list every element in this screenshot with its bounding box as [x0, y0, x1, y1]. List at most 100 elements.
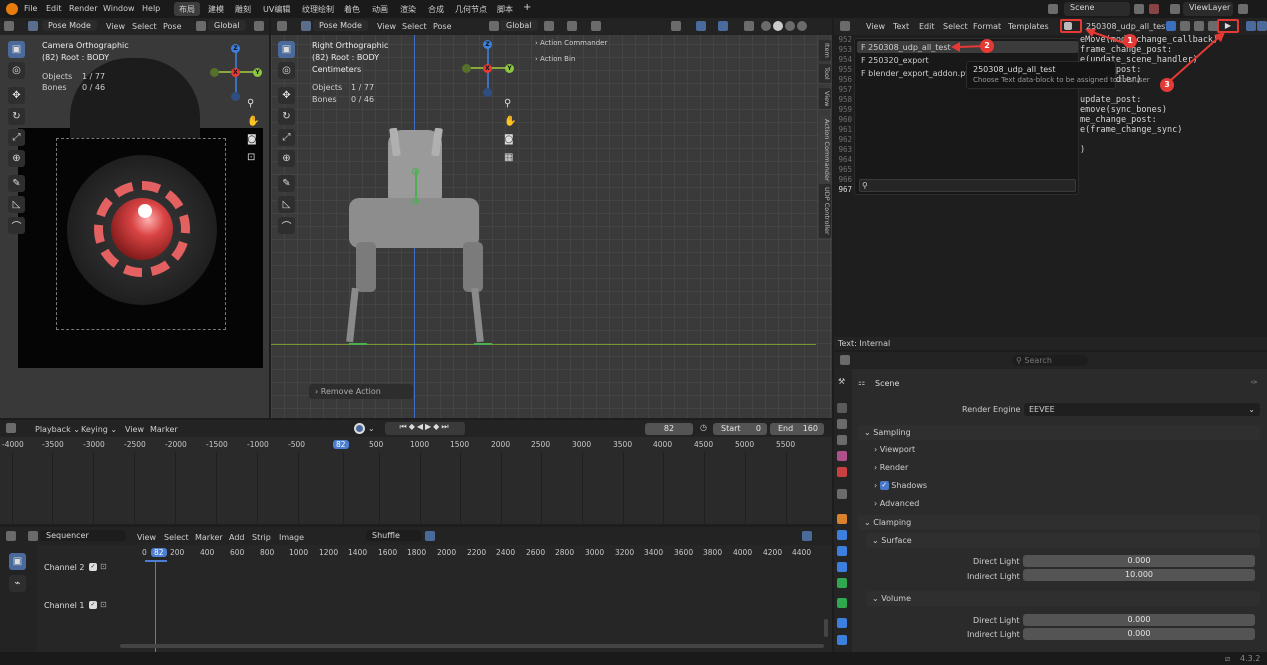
workspace-tab-animation[interactable]: 动画	[372, 4, 388, 15]
surface-indirect-light-field[interactable]: 10.000	[1023, 569, 1255, 581]
code-line[interactable]	[1080, 165, 1267, 175]
menu-strip[interactable]: Strip	[252, 533, 271, 542]
modifier-tab-icon[interactable]	[837, 530, 847, 540]
clock-icon[interactable]: ◷	[700, 423, 707, 432]
bone-tool[interactable]: ⌒	[8, 217, 25, 234]
horizontal-scrollbar[interactable]	[120, 644, 824, 648]
annotate-tool[interactable]: ✎	[278, 175, 295, 192]
advanced-subpanel[interactable]: › Advanced	[874, 499, 919, 511]
gizmo-neg-y-icon[interactable]	[462, 64, 471, 73]
workspace-tab-modeling[interactable]: 建模	[208, 4, 224, 15]
sequencer-ruler[interactable]: 0 82 200 400 600 800 1000 1200 1400 1600 1800 2000 2…	[37, 548, 832, 560]
workspace-tab-layout[interactable]: 布局	[174, 2, 200, 16]
blender-logo-icon[interactable]	[6, 3, 18, 15]
zoom-icon[interactable]: ⚲	[504, 98, 518, 116]
menu-marker[interactable]: Marker	[150, 425, 178, 434]
overlay-toggle-icon[interactable]	[718, 21, 728, 31]
blade-tool[interactable]: ⌁	[9, 575, 26, 592]
mode-dropdown[interactable]: Pose Mode	[313, 20, 368, 31]
side-tab-udp-controller[interactable]: UDP Controller	[819, 184, 831, 238]
workspace-tab-scripting[interactable]: 脚本	[497, 4, 513, 15]
action-bin-panel[interactable]: › Action Bin	[535, 55, 575, 63]
right-viewport[interactable]: Pose Mode View Select Pose Global Right …	[271, 18, 832, 418]
side-tab-tool[interactable]: Tool	[819, 64, 831, 83]
axis-gizmo[interactable]: Z X Y	[461, 40, 515, 102]
menu-view[interactable]: View	[137, 533, 156, 542]
sequencer-view-dropdown[interactable]: Sequencer	[40, 530, 126, 541]
current-frame-field[interactable]: 82	[645, 423, 693, 435]
bone-tab-icon[interactable]	[837, 598, 847, 608]
menu-view[interactable]: View	[106, 22, 125, 31]
bone-joint-top[interactable]	[412, 168, 419, 175]
tool-tab-icon[interactable]: ⚒	[838, 377, 845, 386]
menu-render[interactable]: Render	[69, 4, 97, 13]
pan-hand-icon[interactable]: ✋	[247, 116, 261, 134]
material-shading-icon[interactable]	[785, 21, 795, 31]
keying-options-icon[interactable]: ⌄	[368, 424, 375, 433]
workspace-tab-rendering[interactable]: 渲染	[400, 4, 416, 15]
overlay-icon[interactable]	[802, 531, 812, 541]
prev-keyframe-icon[interactable]: ◆	[409, 422, 417, 431]
bone-joint-bottom[interactable]	[412, 198, 419, 205]
menu-playback[interactable]: Playback ⌄	[35, 425, 80, 434]
remove-action-panel[interactable]: › Remove Action	[309, 384, 413, 399]
editor-type-icon[interactable]	[840, 355, 850, 365]
new-viewlayer-icon[interactable]	[1238, 4, 1248, 14]
world-tab-icon[interactable]	[837, 467, 847, 477]
play-icon[interactable]: ▶	[425, 422, 433, 431]
properties-search-input[interactable]: ⚲ Search	[1012, 355, 1088, 366]
overlap-mode-dropdown[interactable]: Shuffle	[366, 530, 422, 541]
properties-editor[interactable]: ⚲ Search ⚒ ⚏ Scene ✑ Render Engine EEVEE…	[834, 352, 1267, 652]
menu-window[interactable]: Window	[103, 4, 135, 13]
rotate-tool[interactable]: ↻	[278, 108, 295, 125]
menu-view[interactable]: View	[125, 425, 144, 434]
camera-viewport[interactable]: Pose Mode View Select Pose Global Camera…	[0, 18, 269, 418]
side-tab-action-commander[interactable]: Action Commander	[819, 116, 831, 185]
pan-hand-icon[interactable]: ✋	[504, 116, 518, 134]
lock-icon[interactable]: ⊡	[247, 152, 261, 166]
zoom-icon[interactable]: ⚲	[247, 98, 261, 116]
xray-icon[interactable]	[744, 21, 754, 31]
object-tab-icon[interactable]	[837, 514, 847, 524]
particles-tab-icon[interactable]	[837, 546, 847, 556]
move-tool[interactable]: ✥	[278, 87, 295, 104]
scene-selector[interactable]: Scene	[1064, 2, 1130, 16]
bone-tool[interactable]: ⌒	[278, 217, 295, 234]
rotate-tool[interactable]: ↻	[8, 108, 25, 125]
proportional-edit-icon[interactable]	[591, 21, 601, 31]
render-engine-dropdown[interactable]: EEVEE ⌄	[1024, 403, 1260, 416]
measure-tool[interactable]: ◺	[8, 196, 25, 213]
gizmo-z-icon[interactable]: Z	[231, 44, 240, 53]
gizmo-y-icon[interactable]: Y	[505, 64, 514, 73]
shadows-subpanel[interactable]: › ✓ Shadows	[874, 481, 927, 493]
menu-edit[interactable]: Edit	[46, 4, 62, 13]
select-box-tool[interactable]: ▣	[8, 41, 25, 58]
side-tab-view[interactable]: View	[819, 88, 831, 110]
surface-subpanel[interactable]: ⌄ Surface	[866, 533, 1260, 548]
data-tab-icon[interactable]	[837, 635, 847, 645]
collection-tab-icon[interactable]	[837, 489, 847, 499]
auto-keying-button[interactable]	[354, 423, 365, 434]
gizmo-y-icon[interactable]: Y	[253, 68, 262, 77]
pivot-icon[interactable]	[254, 21, 264, 31]
side-tab-item[interactable]: Item	[819, 40, 831, 61]
select-tool[interactable]: ▣	[9, 553, 26, 570]
menu-image[interactable]: Image	[279, 533, 304, 542]
code-line[interactable]: e(frame_change_sync)	[1080, 125, 1267, 135]
editor-type-icon[interactable]	[6, 423, 16, 433]
gizmo-x-icon[interactable]: X	[231, 68, 240, 77]
snap-icon[interactable]	[567, 21, 577, 31]
gizmo-z-icon[interactable]: Z	[483, 40, 492, 49]
workspace-tab-compositing[interactable]: 合成	[428, 4, 444, 15]
menu-help[interactable]: Help	[142, 4, 160, 13]
gizmo-toggle-icon[interactable]	[696, 21, 706, 31]
surface-direct-light-field[interactable]: 0.000	[1023, 555, 1255, 567]
workspace-tab-geometry-nodes[interactable]: 几何节点	[455, 4, 487, 15]
shadows-checkbox[interactable]: ✓	[879, 481, 889, 490]
cursor-tool[interactable]: ◎	[278, 62, 295, 79]
editor-type-icon[interactable]	[277, 21, 287, 31]
workspace-tab-texture[interactable]: 纹理绘制	[302, 4, 334, 15]
volume-indirect-light-field[interactable]: 0.000	[1023, 628, 1255, 640]
scene-tab-icon[interactable]	[837, 451, 847, 461]
workspace-tab-uv[interactable]: UV编辑	[263, 4, 290, 15]
